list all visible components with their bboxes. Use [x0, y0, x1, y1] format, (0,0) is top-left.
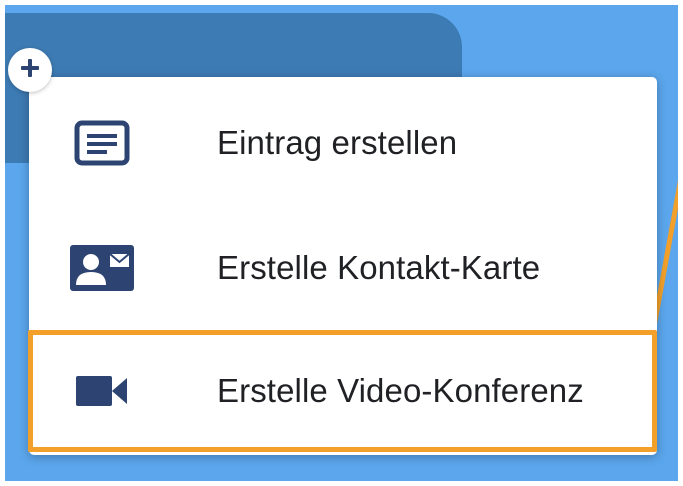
menu-item-create-video-conference[interactable]: Erstelle Video-Konferenz — [29, 331, 657, 451]
add-button[interactable] — [8, 48, 52, 92]
create-menu: Eintrag erstellen Erstelle Kontakt-Karte — [29, 77, 657, 455]
menu-item-create-entry[interactable]: Eintrag erstellen — [29, 83, 657, 203]
video-camera-icon — [70, 359, 134, 423]
plus-icon — [19, 57, 41, 84]
menu-item-create-contact-card[interactable]: Erstelle Kontakt-Karte — [29, 208, 657, 328]
contact-card-icon — [70, 236, 134, 300]
menu-item-label: Erstelle Video-Konferenz — [217, 372, 584, 409]
menu-item-label: Eintrag erstellen — [217, 124, 458, 161]
note-icon — [70, 111, 134, 175]
screen-background: Eintrag erstellen Erstelle Kontakt-Karte — [5, 5, 678, 481]
menu-item-label: Erstelle Kontakt-Karte — [217, 249, 541, 286]
